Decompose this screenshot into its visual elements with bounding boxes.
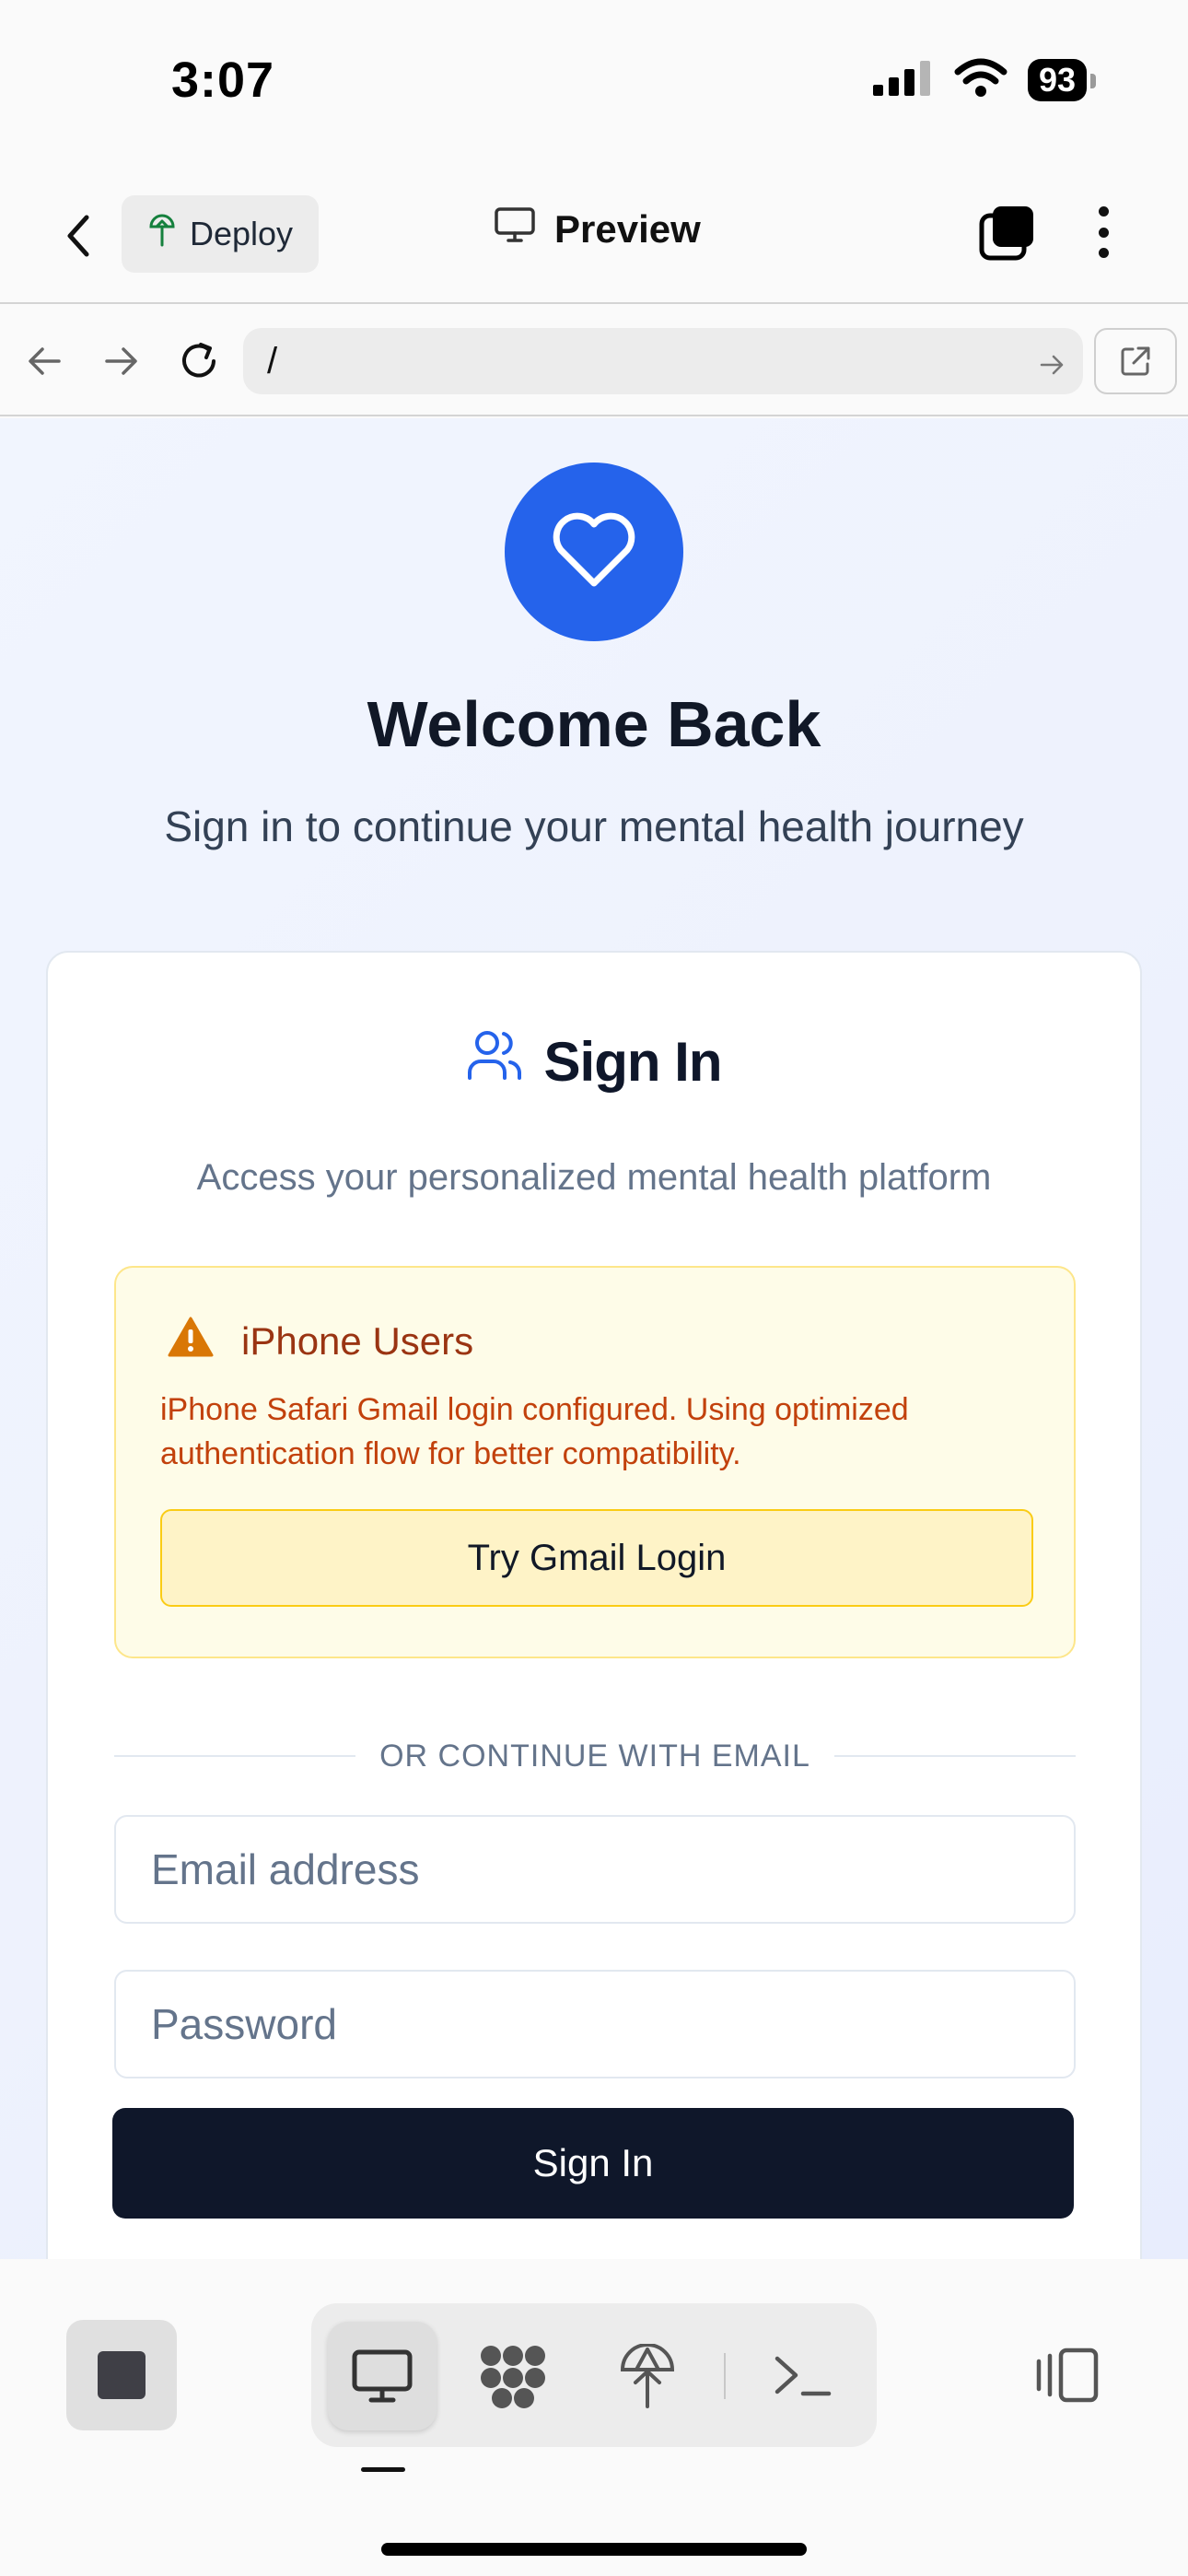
preview-title: Preview: [494, 206, 701, 252]
deploy-icon[interactable]: [593, 2322, 702, 2430]
divider-label: OR CONTINUE WITH EMAIL: [379, 1738, 810, 1774]
deploy-button[interactable]: Deploy: [122, 195, 319, 273]
battery-icon: 93: [1027, 58, 1097, 101]
password-field[interactable]: Password: [114, 1970, 1076, 2078]
card-title-text: Sign In: [543, 1030, 723, 1093]
back-arrow-icon[interactable]: [17, 334, 72, 389]
deploy-label: Deploy: [190, 215, 294, 252]
url-text: /: [267, 340, 278, 381]
signal-icon: [872, 59, 934, 100]
logo: [505, 463, 683, 641]
stop-icon[interactable]: [66, 2320, 177, 2430]
back-chevron-icon[interactable]: [55, 208, 101, 263]
workflow-icon[interactable]: [459, 2322, 567, 2430]
more-vertical-icon[interactable]: [1085, 203, 1122, 262]
page-subtitle: Sign in to continue your mental health j…: [164, 802, 1024, 850]
page-viewport: Welcome Back Sign in to continue your me…: [0, 418, 1188, 2259]
iphone-alert: iPhone Users iPhone Safari Gmail login c…: [114, 1266, 1076, 1658]
active-tab-indicator: [361, 2467, 405, 2472]
status-icons: 93: [872, 57, 1097, 102]
preview-label: Preview: [554, 207, 701, 251]
warning-icon: [168, 1316, 214, 1367]
page-title: Welcome Back: [367, 688, 821, 760]
desktop-icon[interactable]: [328, 2322, 437, 2430]
url-input[interactable]: /: [243, 328, 1083, 394]
home-indicator: [381, 2543, 807, 2556]
monitor-icon: [494, 206, 536, 252]
gmail-login-button[interactable]: Try Gmail Login: [160, 1509, 1033, 1607]
wifi-icon: [954, 57, 1007, 102]
status-bar: 3:07 93: [0, 0, 1188, 157]
toolbar-group: [311, 2303, 877, 2447]
heart-icon: [550, 509, 638, 595]
card-description: Access your personalized mental health p…: [196, 1157, 992, 1198]
users-icon: [467, 1028, 522, 1095]
app-header: Deploy Preview: [0, 175, 1188, 304]
alert-header: iPhone Users: [168, 1316, 473, 1367]
alert-title: iPhone Users: [241, 1319, 474, 1363]
browser-url-bar: /: [0, 306, 1188, 416]
layout-icon[interactable]: [1030, 2338, 1103, 2412]
external-link-icon[interactable]: [1094, 328, 1177, 394]
tabs-icon[interactable]: [978, 203, 1037, 262]
toolbar-separator: [724, 2353, 726, 2399]
card-title: Sign In: [48, 1028, 1140, 1095]
alert-text: iPhone Safari Gmail login configured. Us…: [160, 1392, 909, 1471]
forward-arrow-icon[interactable]: [94, 334, 149, 389]
terminal-icon[interactable]: [748, 2322, 856, 2430]
signin-button[interactable]: Sign In: [112, 2108, 1074, 2219]
status-time: 3:07: [171, 53, 275, 108]
deploy-icon: [147, 214, 177, 255]
signin-card: Sign In Access your personalized mental …: [46, 951, 1142, 2259]
email-field[interactable]: Email address: [114, 1815, 1076, 1924]
bottom-toolbar: [0, 2259, 1188, 2576]
reload-icon[interactable]: [171, 334, 227, 389]
go-arrow-icon[interactable]: [1039, 346, 1066, 388]
divider: OR CONTINUE WITH EMAIL: [114, 1738, 1077, 1774]
